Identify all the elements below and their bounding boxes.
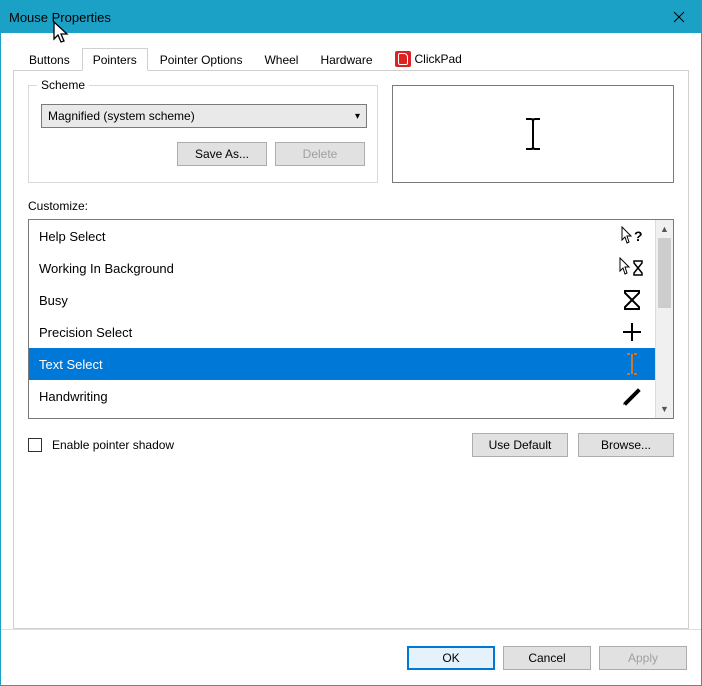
list-item[interactable]: Precision Select bbox=[29, 316, 655, 348]
titlebar[interactable]: Mouse Properties bbox=[1, 1, 701, 33]
list-item-label: Busy bbox=[39, 293, 68, 308]
scrollbar[interactable]: ▲ ▼ bbox=[655, 220, 673, 418]
close-button[interactable] bbox=[656, 1, 701, 33]
list-item[interactable]: Working In Background bbox=[29, 252, 655, 284]
list-item[interactable]: Busy bbox=[29, 284, 655, 316]
scheme-legend: Scheme bbox=[37, 78, 89, 92]
tab-clickpad-label: ClickPad bbox=[415, 52, 462, 66]
list-item-label: Precision Select bbox=[39, 325, 132, 340]
arrow-hourglass-icon bbox=[619, 257, 645, 279]
enable-shadow-label: Enable pointer shadow bbox=[52, 438, 174, 452]
hourglass-icon bbox=[619, 289, 645, 311]
window-title: Mouse Properties bbox=[9, 10, 111, 25]
scheme-group: Scheme Magnified (system scheme) ▾ Save … bbox=[28, 85, 378, 183]
chevron-down-icon: ▾ bbox=[355, 111, 360, 122]
tab-hardware[interactable]: Hardware bbox=[310, 49, 382, 70]
close-icon bbox=[673, 11, 685, 23]
list-item[interactable]: Text Select bbox=[29, 348, 655, 380]
ok-button[interactable]: OK bbox=[407, 646, 495, 670]
tab-bar: Buttons Pointers Pointer Options Wheel H… bbox=[13, 45, 689, 71]
scroll-track[interactable] bbox=[656, 238, 673, 400]
list-item-label: Text Select bbox=[39, 357, 103, 372]
scroll-thumb[interactable] bbox=[658, 238, 671, 308]
list-item[interactable]: Handwriting bbox=[29, 380, 655, 412]
ibeam-icon bbox=[619, 352, 645, 376]
browse-button[interactable]: Browse... bbox=[578, 433, 674, 457]
customize-label: Customize: bbox=[28, 199, 674, 213]
tab-pointer-options[interactable]: Pointer Options bbox=[150, 49, 253, 70]
use-default-button[interactable]: Use Default bbox=[472, 433, 568, 457]
svg-text:?: ? bbox=[634, 228, 643, 244]
pointer-list[interactable]: Help Select ? Working In Background Busy bbox=[29, 220, 655, 418]
list-item[interactable]: Help Select ? bbox=[29, 220, 655, 252]
list-item-label: Working In Background bbox=[39, 261, 174, 276]
enable-shadow-checkbox[interactable] bbox=[28, 438, 42, 452]
clickpad-icon bbox=[395, 51, 411, 67]
tab-wheel[interactable]: Wheel bbox=[254, 49, 308, 70]
tab-buttons[interactable]: Buttons bbox=[19, 49, 80, 70]
pen-icon bbox=[619, 386, 645, 406]
pointer-preview bbox=[392, 85, 674, 183]
apply-button: Apply bbox=[599, 646, 687, 670]
save-as-button[interactable]: Save As... bbox=[177, 142, 267, 166]
tab-pointers[interactable]: Pointers bbox=[82, 48, 148, 71]
cancel-button[interactable]: Cancel bbox=[503, 646, 591, 670]
dialog-footer: OK Cancel Apply bbox=[1, 629, 701, 685]
cross-icon bbox=[619, 322, 645, 342]
arrow-question-icon: ? bbox=[619, 226, 645, 246]
scheme-selected-value: Magnified (system scheme) bbox=[48, 109, 195, 123]
list-item-label: Handwriting bbox=[39, 389, 108, 404]
list-item-label: Help Select bbox=[39, 229, 105, 244]
ibeam-icon bbox=[524, 117, 542, 151]
scroll-up-button[interactable]: ▲ bbox=[656, 220, 673, 238]
scroll-down-button[interactable]: ▼ bbox=[656, 400, 673, 418]
tab-clickpad[interactable]: ClickPad bbox=[385, 47, 472, 70]
scheme-select[interactable]: Magnified (system scheme) ▾ bbox=[41, 104, 367, 128]
delete-button: Delete bbox=[275, 142, 365, 166]
